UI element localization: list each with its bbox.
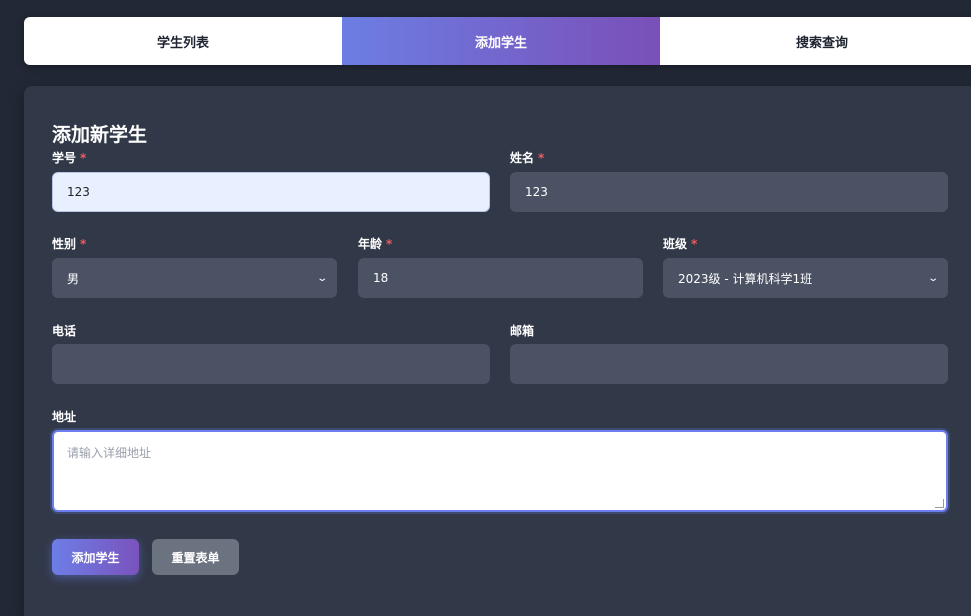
tab-student-list[interactable]: 学生列表 [24,17,342,65]
student-id-label-text: 学号 [52,151,77,165]
class-label: 班级 * [663,235,697,252]
student-id-label: 学号 * [52,149,86,166]
tab-search[interactable]: 搜索查询 [660,17,971,65]
class-label-text: 班级 [663,237,688,251]
name-value: 123 [525,185,548,199]
required-mark: * [80,237,87,251]
chevron-down-icon: ⌄ [926,272,939,284]
age-label: 年龄 * [358,235,392,252]
gender-select[interactable]: 男 ⌄ [52,258,337,298]
class-select[interactable]: 2023级 - 计算机科学1班 ⌄ [663,258,948,298]
age-input[interactable]: 18 [358,258,643,298]
address-label: 地址 [52,408,76,425]
panel-title: 添加新学生 [52,124,148,146]
required-mark: * [691,237,698,251]
reset-form-button[interactable]: 重置表单 [152,539,239,575]
email-label: 邮箱 [510,322,534,339]
address-textarea[interactable]: 请输入详细地址 [52,430,948,512]
required-mark: * [386,237,393,251]
age-label-text: 年龄 [358,237,383,251]
tab-bar: 学生列表 添加学生 搜索查询 [24,17,971,65]
class-value: 2023级 - 计算机科学1班 [678,271,813,286]
student-id-value: 123 [67,185,90,199]
chevron-down-icon: ⌄ [315,272,328,284]
gender-label-text: 性别 [52,237,77,251]
phone-label-text: 电话 [52,324,77,338]
name-label: 姓名 * [510,149,544,166]
gender-value: 男 [67,271,80,286]
name-input[interactable]: 123 [510,172,948,212]
email-input[interactable] [510,344,948,384]
add-student-panel: 添加新学生 学号 * 123 姓名 * 123 性别 * 男 ⌄ 年龄 * 18 班级 *… [24,86,971,616]
email-label-text: 邮箱 [510,324,535,338]
phone-label: 电话 [52,322,76,339]
address-label-text: 地址 [52,410,77,424]
student-id-input[interactable]: 123 [52,172,490,212]
phone-input[interactable] [52,344,490,384]
age-value: 18 [373,271,389,285]
name-label-text: 姓名 [510,151,535,165]
required-mark: * [538,151,545,165]
required-mark: * [80,151,87,165]
tab-add-student[interactable]: 添加学生 [342,17,660,65]
address-placeholder: 请输入详细地址 [67,446,152,460]
gender-label: 性别 * [52,235,86,252]
add-student-button[interactable]: 添加学生 [52,539,139,575]
resize-handle-icon[interactable] [935,499,944,508]
